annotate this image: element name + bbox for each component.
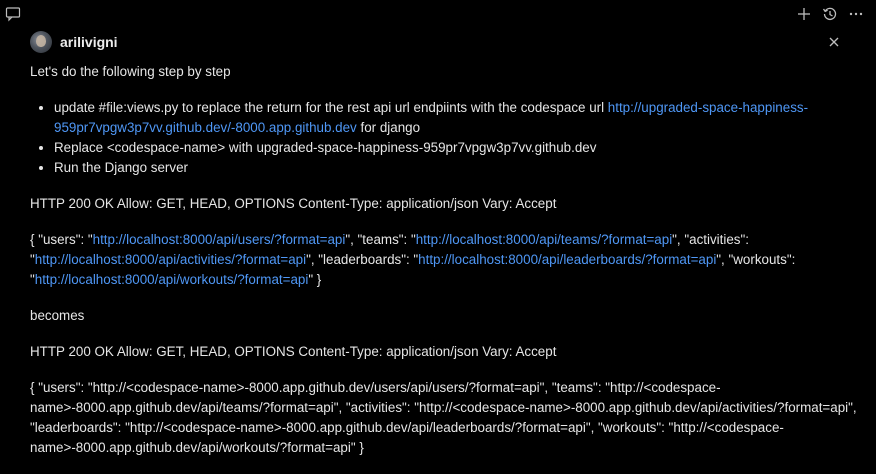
workouts-link[interactable]: http://localhost:8000/api/workouts/?form… <box>35 272 309 287</box>
leaderboards-link[interactable]: http://localhost:8000/api/leaderboards/?… <box>418 252 716 267</box>
activities-link[interactable]: http://localhost:8000/api/activities/?fo… <box>35 252 306 267</box>
users-link[interactable]: http://localhost:8000/api/users/?format=… <box>93 232 346 247</box>
teams-link[interactable]: http://localhost:8000/api/teams/?format=… <box>416 232 672 247</box>
history-icon[interactable] <box>820 4 840 24</box>
json-text: { "users": " <box>30 232 93 247</box>
list-item: Replace <codespace-name> with upgraded-s… <box>54 138 860 158</box>
add-icon[interactable] <box>794 4 814 24</box>
chat-window-icon[interactable] <box>5 6 21 22</box>
list-item: update #file:views.py to replace the ret… <box>54 98 860 138</box>
json-response-codespace: { "users": "http://<codespace-name>-8000… <box>30 380 857 455</box>
steps-list: update #file:views.py to replace the ret… <box>30 98 860 178</box>
more-icon[interactable] <box>846 4 866 24</box>
step-text: update #file:views.py to replace the ret… <box>54 100 608 115</box>
json-text: " } <box>308 272 322 287</box>
becomes-text: becomes <box>30 308 85 323</box>
message-body: Let's do the following step by step upda… <box>30 62 860 458</box>
list-item: Run the Django server <box>54 158 860 178</box>
close-icon[interactable] <box>826 34 842 50</box>
json-text: ", "teams": " <box>345 232 416 247</box>
message-header: arilivigni <box>30 30 860 54</box>
http-header-text-2: HTTP 200 OK Allow: GET, HEAD, OPTIONS Co… <box>30 344 557 359</box>
chat-message: arilivigni Let's do the following step b… <box>30 30 860 474</box>
json-text: ", "leaderboards": " <box>306 252 419 267</box>
avatar <box>30 31 52 53</box>
title-bar <box>0 0 876 28</box>
username: arilivigni <box>60 34 118 50</box>
json-response-localhost: { "users": "http://localhost:8000/api/us… <box>30 230 860 290</box>
http-header-text: HTTP 200 OK Allow: GET, HEAD, OPTIONS Co… <box>30 196 557 211</box>
intro-text: Let's do the following step by step <box>30 64 231 79</box>
step-text: for django <box>356 120 421 135</box>
